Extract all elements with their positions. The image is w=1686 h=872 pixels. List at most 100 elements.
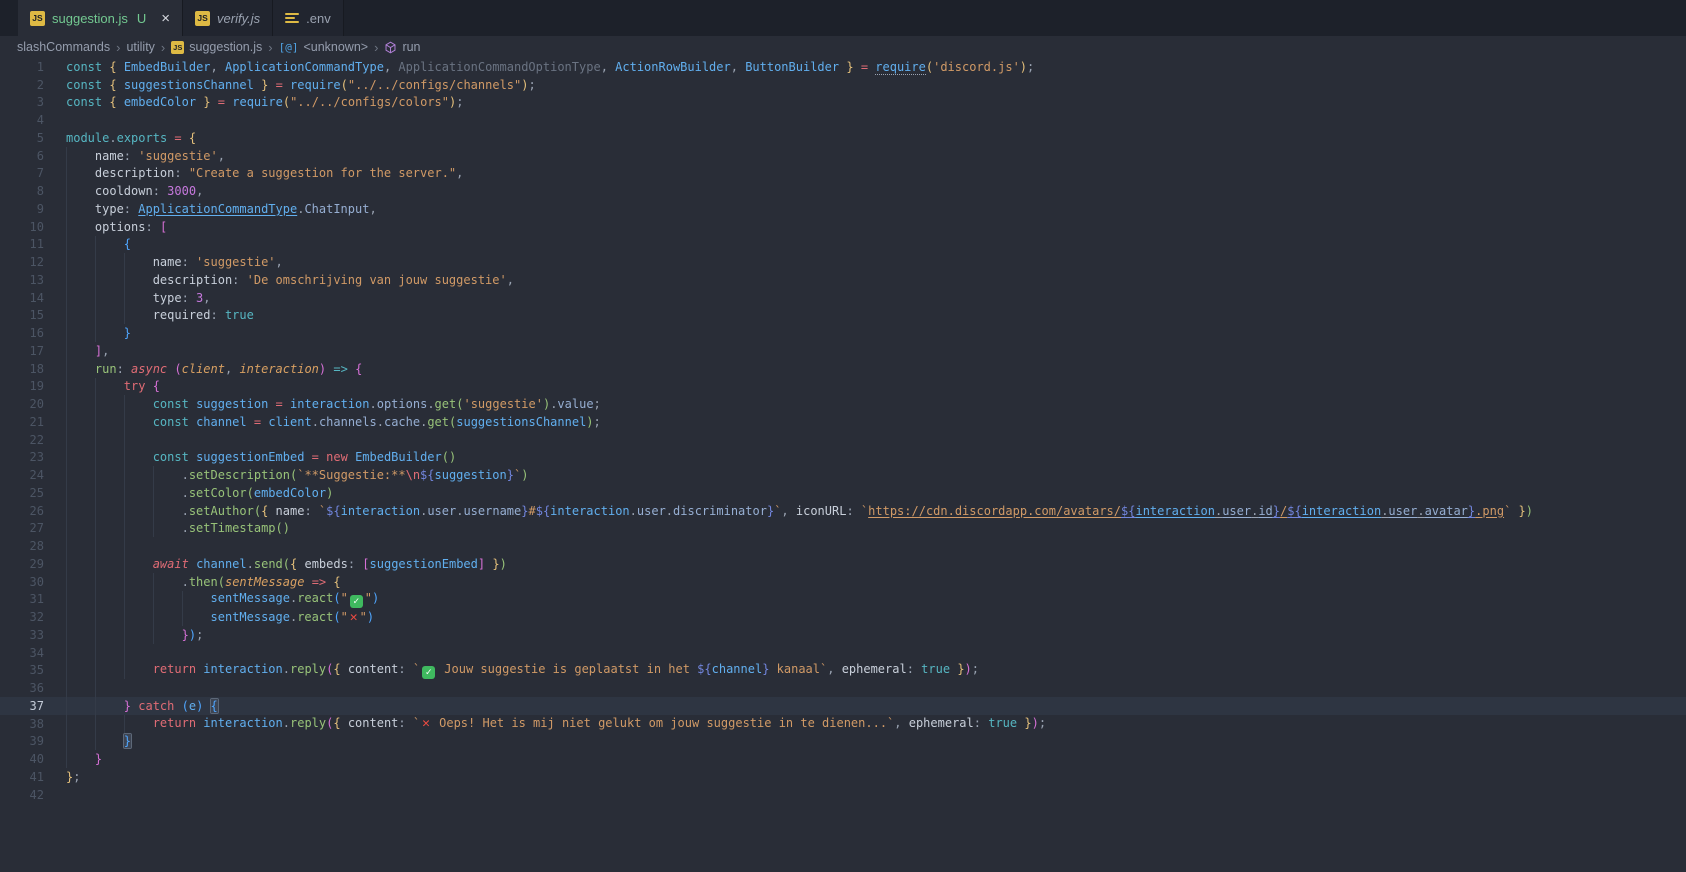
line-number: 36 bbox=[0, 681, 44, 695]
close-icon[interactable]: × bbox=[161, 11, 170, 26]
code-line[interactable]: 27 .setTimestamp() bbox=[0, 520, 1686, 538]
indent-guide bbox=[153, 573, 154, 591]
line-number: 26 bbox=[0, 504, 44, 518]
code-line[interactable]: 25 .setColor(embedColor) bbox=[0, 484, 1686, 502]
indent-guide bbox=[66, 502, 67, 520]
code-text: const suggestion = interaction.options.g… bbox=[66, 397, 601, 411]
code-area[interactable]: 1const { EmbedBuilder, ApplicationComman… bbox=[0, 58, 1686, 804]
code-line[interactable]: 39 } bbox=[0, 733, 1686, 751]
code-line[interactable]: 38 return interaction.reply({ content: `… bbox=[0, 715, 1686, 733]
code-line[interactable]: 1const { EmbedBuilder, ApplicationComman… bbox=[0, 58, 1686, 76]
js-file-icon: JS bbox=[195, 11, 210, 26]
line-number: 18 bbox=[0, 362, 44, 376]
line-number: 41 bbox=[0, 770, 44, 784]
indent-guide bbox=[66, 360, 67, 378]
indent-guide bbox=[95, 679, 96, 697]
tab-suggestion-js[interactable]: JSsuggestion.jsU× bbox=[18, 0, 183, 36]
code-line[interactable]: 32 sentMessage.react("✕") bbox=[0, 608, 1686, 626]
code-line[interactable]: 29 await channel.send({ embeds: [suggest… bbox=[0, 555, 1686, 573]
code-line[interactable]: 15 required: true bbox=[0, 307, 1686, 325]
code-line[interactable]: 40 } bbox=[0, 750, 1686, 768]
line-number: 22 bbox=[0, 433, 44, 447]
breadcrumb-item-slashcommands[interactable]: slashCommands bbox=[17, 40, 110, 54]
code-line[interactable]: 30 .then(sentMessage => { bbox=[0, 573, 1686, 591]
code-line[interactable]: 37 } catch (e) { bbox=[0, 697, 1686, 715]
code-line[interactable]: 22 bbox=[0, 431, 1686, 449]
code-line[interactable]: 31 sentMessage.react("✓") bbox=[0, 591, 1686, 609]
breadcrumb-item-file[interactable]: JS suggestion.js bbox=[171, 40, 262, 54]
code-line[interactable]: 21 const channel = client.channels.cache… bbox=[0, 413, 1686, 431]
code-text: .setTimestamp() bbox=[66, 521, 290, 535]
code-line[interactable]: 28 bbox=[0, 537, 1686, 555]
indent-guide bbox=[66, 324, 67, 342]
code-line[interactable]: 9 type: ApplicationCommandType.ChatInput… bbox=[0, 200, 1686, 218]
chevron-separator-icon: › bbox=[374, 40, 378, 55]
line-number: 12 bbox=[0, 255, 44, 269]
code-line[interactable]: 34 bbox=[0, 644, 1686, 662]
code-text: options: [ bbox=[66, 220, 167, 234]
code-line[interactable]: 8 cooldown: 3000, bbox=[0, 182, 1686, 200]
code-text: }; bbox=[66, 770, 80, 784]
code-line[interactable]: 14 type: 3, bbox=[0, 289, 1686, 307]
indent-guide bbox=[66, 253, 67, 271]
indent-guide bbox=[66, 307, 67, 325]
indent-guide bbox=[66, 147, 67, 165]
symbol-namespace-icon: [@] bbox=[279, 41, 299, 54]
code-line[interactable]: 11 { bbox=[0, 236, 1686, 254]
indent-guide bbox=[95, 431, 96, 449]
code-text: await channel.send({ embeds: [suggestion… bbox=[66, 557, 507, 571]
breadcrumb-unknown-label: <unknown> bbox=[303, 40, 368, 54]
indent-guide bbox=[124, 413, 125, 431]
line-number: 23 bbox=[0, 450, 44, 464]
settings-tune-icon bbox=[285, 12, 299, 24]
chevron-separator-icon: › bbox=[116, 40, 120, 55]
code-line[interactable]: 33 }); bbox=[0, 626, 1686, 644]
line-number: 14 bbox=[0, 291, 44, 305]
code-line[interactable]: 13 description: 'De omschrijving van jou… bbox=[0, 271, 1686, 289]
indent-guide bbox=[95, 307, 96, 325]
code-line[interactable]: 42 bbox=[0, 786, 1686, 804]
check-emoji: ✓ bbox=[422, 666, 435, 679]
indent-guide bbox=[153, 466, 154, 484]
tab-label: verify.js bbox=[217, 11, 260, 26]
code-line[interactable]: 2const { suggestionsChannel } = require(… bbox=[0, 76, 1686, 94]
indent-guide bbox=[66, 378, 67, 396]
tab-label: .env bbox=[306, 11, 331, 26]
tab-verify-js[interactable]: JS verify.js bbox=[183, 0, 273, 36]
code-line[interactable]: 20 const suggestion = interaction.option… bbox=[0, 395, 1686, 413]
cross-emoji: ✕ bbox=[422, 716, 430, 731]
code-line[interactable]: 26 .setAuthor({ name: `${interaction.use… bbox=[0, 502, 1686, 520]
code-line[interactable]: 16 } bbox=[0, 324, 1686, 342]
code-line[interactable]: 36 bbox=[0, 679, 1686, 697]
code-line[interactable]: 41}; bbox=[0, 768, 1686, 786]
code-line[interactable]: 17 ], bbox=[0, 342, 1686, 360]
indent-guide bbox=[95, 413, 96, 431]
indent-guide bbox=[95, 626, 96, 644]
code-line[interactable]: 24 .setDescription(`**Suggestie:**\n${su… bbox=[0, 466, 1686, 484]
code-line[interactable]: 3const { embedColor } = require("../../c… bbox=[0, 94, 1686, 112]
line-number: 16 bbox=[0, 326, 44, 340]
indent-guide bbox=[124, 608, 125, 626]
code-line[interactable]: 19 try { bbox=[0, 378, 1686, 396]
tab-env[interactable]: .env bbox=[273, 0, 344, 36]
breadcrumb-item-unknown[interactable]: [@] <unknown> bbox=[279, 40, 369, 54]
code-line[interactable]: 7 description: "Create a suggestion for … bbox=[0, 165, 1686, 183]
breadcrumb-item-run[interactable]: run bbox=[384, 40, 420, 54]
code-line[interactable]: 4 bbox=[0, 111, 1686, 129]
code-line[interactable]: 5module.exports = { bbox=[0, 129, 1686, 147]
indent-guide bbox=[66, 733, 67, 751]
indent-guide bbox=[124, 591, 125, 609]
line-number: 8 bbox=[0, 184, 44, 198]
breadcrumb-item-utility[interactable]: utility bbox=[126, 40, 154, 54]
indent-guide bbox=[66, 750, 67, 768]
indent-guide bbox=[66, 537, 67, 555]
indent-guide bbox=[66, 626, 67, 644]
code-line[interactable]: 23 const suggestionEmbed = new EmbedBuil… bbox=[0, 449, 1686, 467]
code-line[interactable]: 10 options: [ bbox=[0, 218, 1686, 236]
indent-guide bbox=[95, 520, 96, 538]
code-line[interactable]: 6 name: 'suggestie', bbox=[0, 147, 1686, 165]
indent-guide bbox=[95, 271, 96, 289]
code-line[interactable]: 35 return interaction.reply({ content: `… bbox=[0, 662, 1686, 680]
code-line[interactable]: 12 name: 'suggestie', bbox=[0, 253, 1686, 271]
code-line[interactable]: 18 run: async (client, interaction) => { bbox=[0, 360, 1686, 378]
